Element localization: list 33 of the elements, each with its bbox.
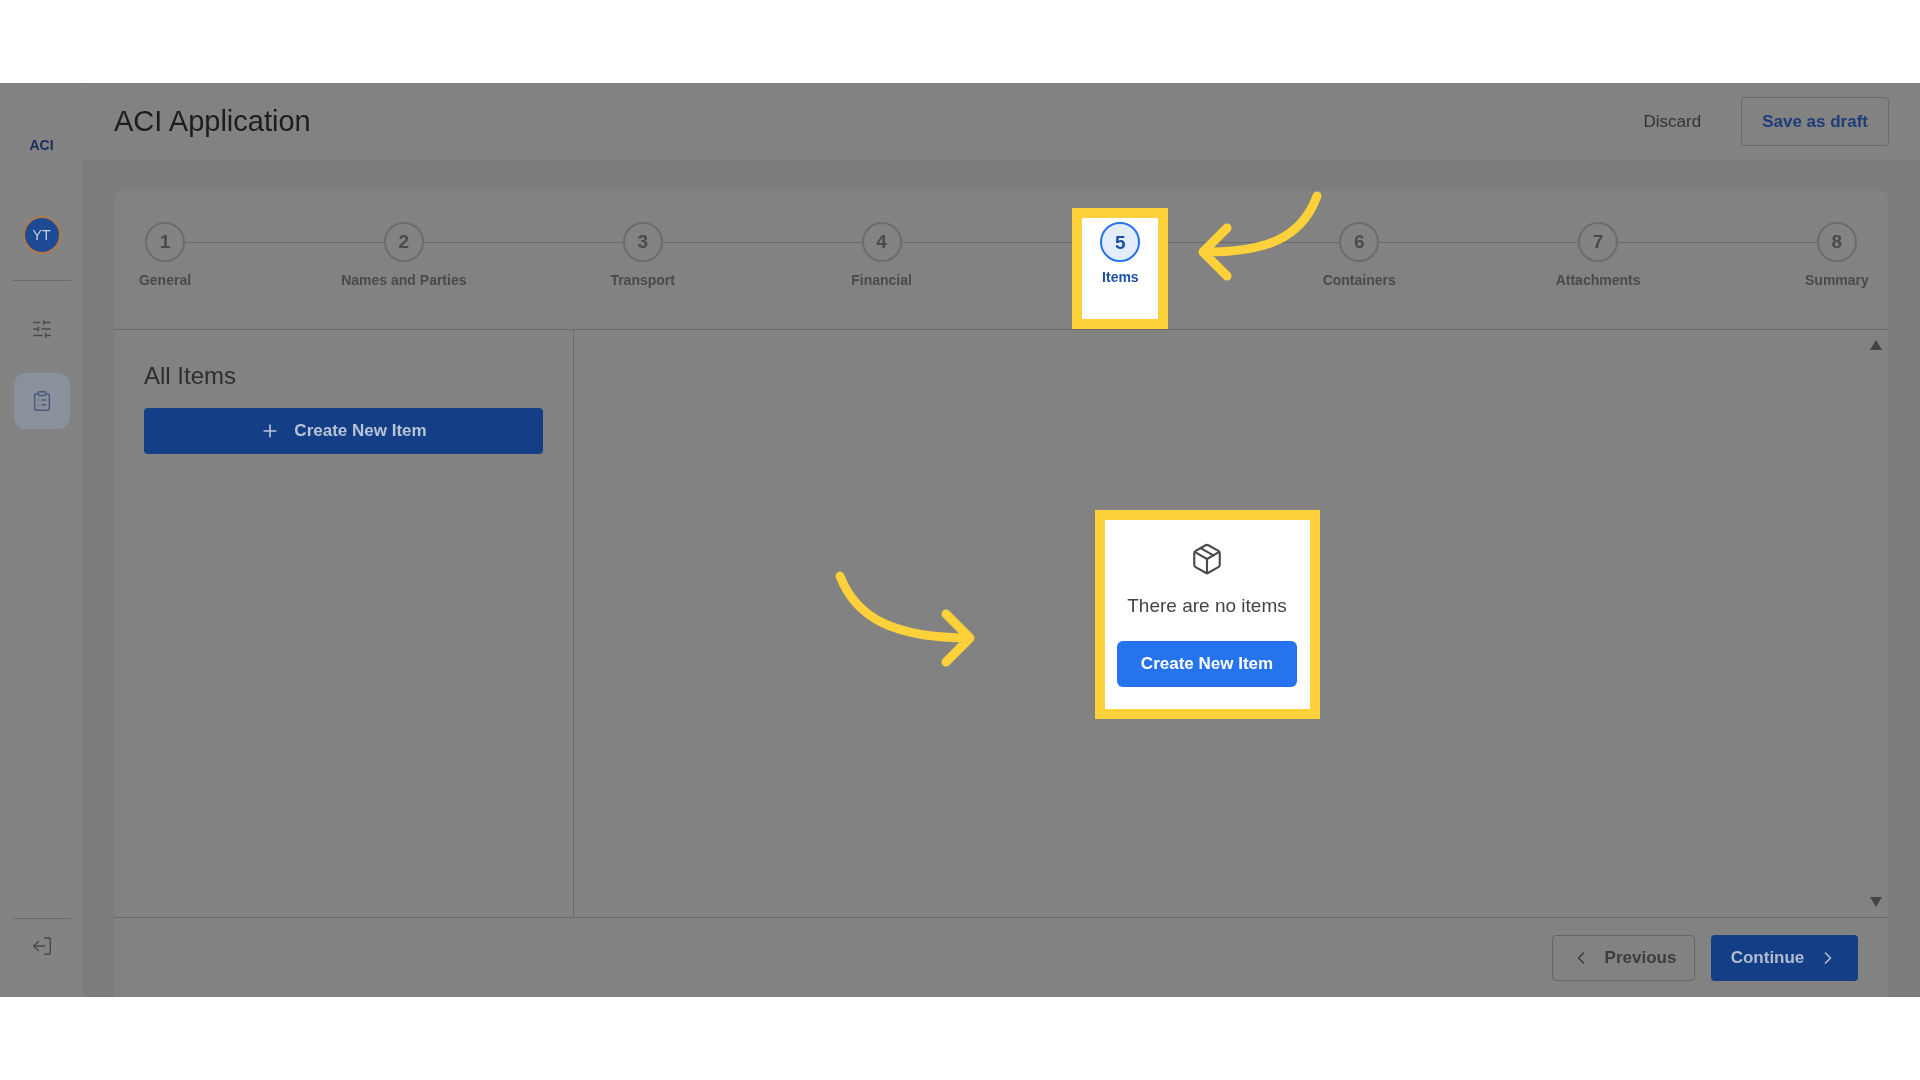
scroll-up-icon[interactable] [1870, 340, 1882, 350]
step-label: Transport [610, 271, 675, 290]
step-label: Attachments [1555, 271, 1641, 290]
sliders-icon [30, 318, 53, 340]
create-item-button[interactable]: Create New Item [1117, 640, 1297, 687]
step-number[interactable]: 2 [383, 222, 424, 262]
step-label: Items [1102, 270, 1139, 284]
step-number[interactable]: 6 [1339, 222, 1380, 262]
step-number[interactable]: 5 [1100, 222, 1141, 262]
step-label: Containers [1322, 271, 1396, 290]
create-item-button[interactable]: Create New Item [144, 408, 543, 454]
step-label: Summary [1805, 271, 1869, 290]
continue-button[interactable]: Continue [1711, 934, 1858, 981]
step-label: Financial [851, 271, 912, 290]
save-draft-button[interactable]: Save as draft [1741, 97, 1889, 146]
empty-message: There are no items [1127, 594, 1287, 619]
step-label: General [138, 271, 192, 290]
scroll-down-icon[interactable] [1870, 897, 1882, 907]
user-avatar[interactable]: YT [22, 216, 61, 254]
forms-button[interactable] [13, 373, 70, 429]
step-number[interactable]: 8 [1816, 222, 1857, 262]
panel-title: All Items [144, 361, 237, 391]
box-icon [1190, 542, 1224, 577]
step-label: Names and Parties [341, 271, 467, 290]
logout-button[interactable] [30, 935, 53, 957]
step-number[interactable]: 1 [145, 222, 185, 262]
step-number[interactable]: 7 [1578, 222, 1619, 262]
app-logo: ACI [29, 136, 54, 155]
step-number[interactable]: 4 [861, 222, 902, 262]
page-title: ACI Application [114, 103, 311, 139]
previous-button[interactable]: Previous [1552, 934, 1695, 981]
step-number[interactable]: 3 [622, 222, 663, 262]
discard-button[interactable]: Discard [1643, 108, 1702, 135]
